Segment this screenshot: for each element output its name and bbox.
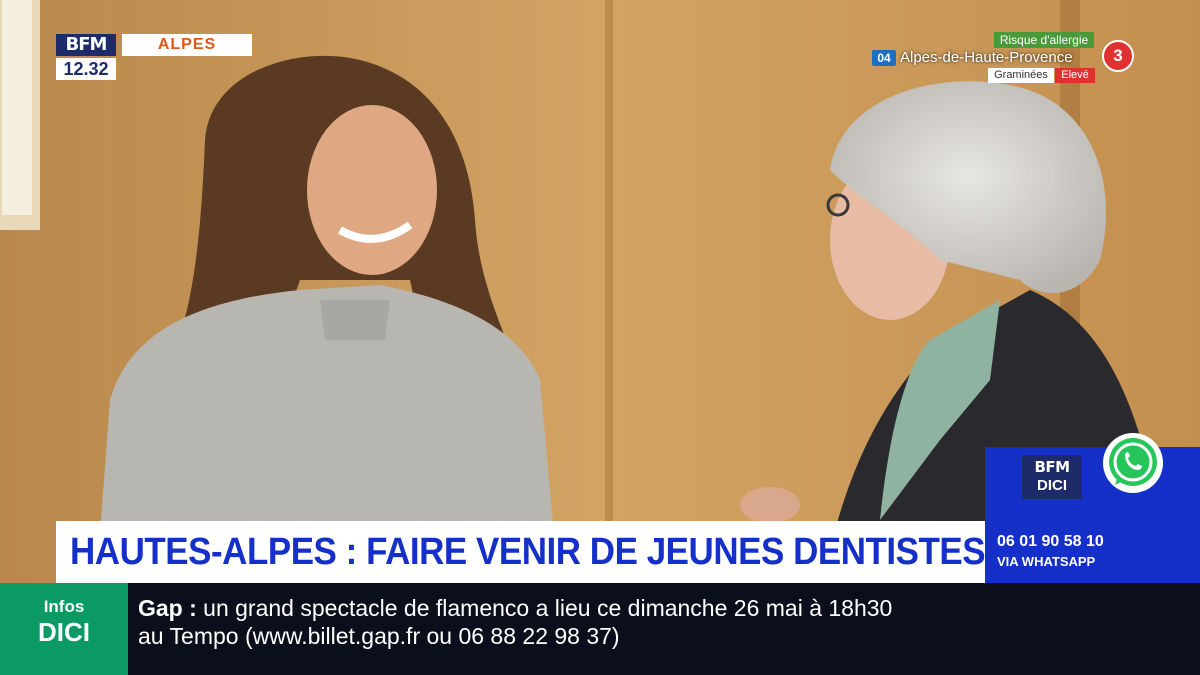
headline-text: HAUTES-ALPES : FAIRE VENIR DE JEUNES DEN… (70, 531, 986, 573)
headline-banner: HAUTES-ALPES : FAIRE VENIR DE JEUNES DEN… (56, 521, 986, 583)
ticker-line1: Gap : un grand spectacle de flamenco a l… (138, 595, 892, 622)
risk-level-number: 3 (1102, 40, 1134, 72)
allergy-risk-widget: Risque d'allergie 04 Alpes-de-Haute-Prov… (870, 32, 1140, 84)
whatsapp-label: VIA WHATSAPP (997, 554, 1096, 569)
bfm-dici-logo-region: DICI (1037, 477, 1067, 494)
department-badge: 04 (872, 50, 896, 66)
news-ticker: Infos DICI Gap : un grand spectacle de f… (0, 583, 1200, 675)
risk-level: Elevé (1055, 68, 1095, 83)
ticker-tag-line1: Infos (43, 597, 85, 616)
area-name: Alpes-de-Haute-Provence (900, 49, 1073, 66)
logo-region: ALPES (122, 34, 252, 56)
clock-time: 12.32 (56, 58, 116, 80)
ticker-line1-text: un grand spectacle de flamenco a lieu ce… (203, 595, 893, 621)
bfm-dici-logo-brand: BFM (1034, 458, 1070, 476)
ticker-tag-line2: DICI (38, 617, 90, 647)
whatsapp-contact-panel: BFM DICI 06 01 90 58 10 VIA WHATSAPP (985, 433, 1200, 583)
pollen-type: Graminées (988, 68, 1054, 83)
logo-brand: BFM (56, 34, 116, 56)
ticker-tag: Infos DICI (0, 583, 128, 675)
bfm-dici-logo: BFM DICI (1022, 455, 1082, 499)
whatsapp-phone: 06 01 90 58 10 (997, 533, 1104, 550)
ticker-place: Gap : (138, 595, 197, 621)
whatsapp-icon (1103, 433, 1163, 493)
allergy-title: Risque d'allergie (994, 32, 1094, 48)
ticker-line2: au Tempo (www.billet.gap.fr ou 06 88 22 … (138, 623, 620, 649)
